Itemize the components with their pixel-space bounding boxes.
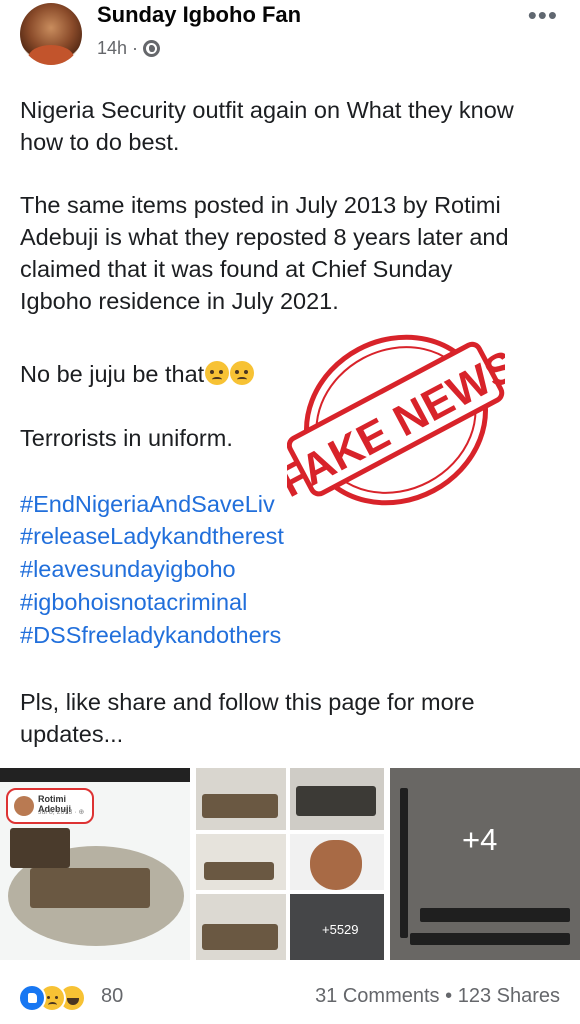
rotimi-avatar <box>14 796 34 816</box>
items-shape <box>30 868 150 908</box>
photo-man[interactable] <box>290 834 384 890</box>
man-face <box>310 840 362 890</box>
comments-count[interactable]: 31 Comments <box>315 985 440 1007</box>
photo-items-3[interactable] <box>196 894 286 960</box>
hashtag-4[interactable]: #igbohoisnotacriminal <box>20 586 580 618</box>
fake-news-stamp: FAKE NEWS <box>287 334 505 507</box>
hashtag-3[interactable]: #leavesundayigboho <box>20 553 580 585</box>
post-line-2: how to do best. <box>20 129 180 155</box>
photo-items-4[interactable] <box>290 768 384 830</box>
stats-dot: • <box>445 985 453 1007</box>
rotimi-date: Jul 8, 2013 · ⊕ <box>38 809 85 816</box>
post-line-5: claimed that it was found at Chief Sunda… <box>20 256 453 282</box>
sad-face-emoji-icon <box>230 361 255 385</box>
photo-grid: Rotimi Adebuji Jul 8, 2013 · ⊕ +5529 +4 <box>0 768 580 960</box>
post-line-4: Adebuji is what they reposted 8 years la… <box>20 224 509 250</box>
meta-separator: · <box>132 38 139 58</box>
post-footer: 80 31 Comments • 123 Shares <box>0 972 580 1016</box>
post-header: Sunday Igboho Fan 14h · ••• <box>0 0 580 70</box>
shares-count[interactable]: 123 Shares <box>458 985 560 1007</box>
author-name[interactable]: Sunday Igboho Fan <box>97 2 301 28</box>
like-icon[interactable] <box>18 984 46 1012</box>
hashtag-2[interactable]: #releaseLadykandtherest <box>20 520 580 552</box>
items-shape <box>202 794 278 818</box>
items-shape <box>204 862 274 880</box>
author-avatar[interactable] <box>20 3 82 65</box>
post-line-6: Igboho residence in July 2021. <box>20 288 339 314</box>
reaction-count[interactable]: 80 <box>101 985 123 1008</box>
rotimi-card: Rotimi Adebuji Jul 8, 2013 · ⊕ <box>6 788 94 824</box>
photo-weapons[interactable] <box>390 768 580 960</box>
items-shape <box>296 786 376 816</box>
sad-face-emoji-icon <box>205 361 230 385</box>
post-closing-1: Pls, like share and follow this page for… <box>20 689 475 715</box>
photo-items-1[interactable] <box>196 768 286 830</box>
post-time[interactable]: 14h <box>97 38 127 59</box>
post-closing-2: updates... <box>20 721 124 747</box>
video-views: +5529 <box>322 922 359 937</box>
more-photos-overlay <box>390 768 580 960</box>
photo-items-2[interactable] <box>196 834 286 890</box>
items-shape <box>202 924 278 950</box>
more-options-icon[interactable]: ••• <box>528 0 558 31</box>
photo-screenshot[interactable]: Rotimi Adebuji Jul 8, 2013 · ⊕ <box>0 768 190 960</box>
globe-icon <box>143 40 161 57</box>
post-stats: 31 Comments • 123 Shares <box>315 985 560 1008</box>
post-meta: 14h · <box>97 38 161 59</box>
hashtag-5[interactable]: #DSSfreeladykandothers <box>20 619 580 651</box>
avatar-shirt <box>28 45 74 65</box>
items-shape <box>10 828 70 868</box>
phone-status-bar <box>0 768 190 782</box>
post-line-1: Nigeria Security outfit again on What th… <box>20 97 514 123</box>
more-photos-count[interactable]: +4 <box>462 822 497 858</box>
post-line-3: The same items posted in July 2013 by Ro… <box>20 192 501 218</box>
juju-text: No be juju be that <box>20 361 205 387</box>
